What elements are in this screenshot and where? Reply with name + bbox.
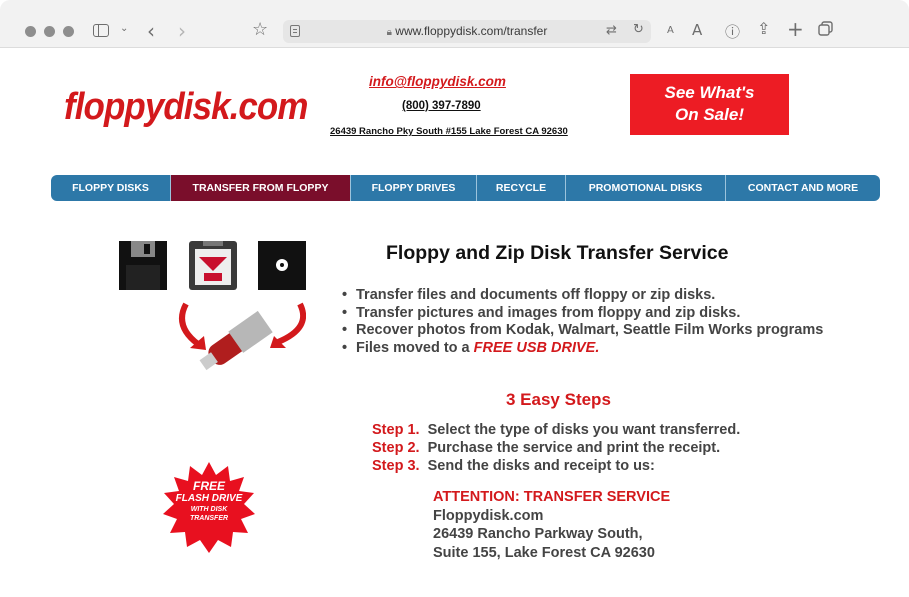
address-line: Suite 155, Lake Forest CA 92630 bbox=[433, 544, 655, 561]
step-row: Step 3. Send the disks and receipt to us… bbox=[372, 458, 655, 474]
nav-recycle[interactable]: RECYCLE bbox=[477, 175, 566, 201]
mailing-address: ATTENTION: TRANSFER SERVICE Floppydisk.c… bbox=[433, 488, 670, 562]
nav-transfer-from-floppy[interactable]: TRANSFER FROM FLOPPY bbox=[171, 175, 351, 201]
nav-contact-and-more[interactable]: CONTACT AND MORE bbox=[726, 175, 880, 201]
list-item: • Files moved to a FREE USB DRIVE. bbox=[342, 339, 600, 356]
sale-line-2: On Sale! bbox=[675, 105, 744, 124]
browser-toolbar: ⌄ ‹ › ☆ 🔒︎ www.floppydisk.com/transfer ⇄… bbox=[0, 0, 909, 48]
badge-line-4: TRANSFER bbox=[189, 515, 229, 522]
free-flash-drive-badge: FREE FLASH DRIVE WITH DISK TRANSFER bbox=[163, 462, 255, 559]
address-link[interactable]: 26439 Rancho Pky South #155 Lake Forest … bbox=[330, 126, 568, 137]
tab-overview-icon[interactable] bbox=[818, 21, 833, 36]
floppy-disk-icon bbox=[119, 241, 167, 290]
back-icon[interactable]: ‹ bbox=[147, 19, 155, 43]
address-attention: ATTENTION: TRANSFER SERVICE bbox=[433, 489, 671, 505]
address-line: Floppydisk.com bbox=[433, 507, 544, 524]
main-nav: FLOPPY DISKS TRANSFER FROM FLOPPY FLOPPY… bbox=[51, 175, 880, 201]
badge-line-1: FREE bbox=[192, 479, 225, 493]
star-icon[interactable]: ☆ bbox=[252, 19, 268, 40]
diskette-icon bbox=[258, 241, 306, 290]
reload-icon[interactable]: ↻ bbox=[633, 22, 644, 37]
forward-icon[interactable]: › bbox=[178, 19, 186, 43]
nav-floppy-drives[interactable]: FLOPPY DRIVES bbox=[351, 175, 477, 201]
usb-drive-icon bbox=[179, 302, 306, 371]
steps-list: Step 1. Select the type of disks you wan… bbox=[372, 421, 740, 475]
badge-line-3: WITH DISK bbox=[190, 506, 228, 513]
close-window-dot[interactable] bbox=[25, 26, 36, 37]
address-line: 26439 Rancho Parkway South, bbox=[433, 526, 643, 542]
zip-disk-icon bbox=[189, 241, 237, 290]
new-tab-icon[interactable]: + bbox=[787, 17, 804, 41]
text-smaller-button[interactable]: A bbox=[667, 25, 674, 36]
email-link[interactable]: info@floppydisk.com bbox=[369, 74, 506, 89]
sale-banner-button[interactable]: See What's On Sale! bbox=[630, 74, 789, 135]
step-row: Step 2. Purchase the service and print t… bbox=[372, 440, 721, 456]
list-item: • Transfer files and documents off floppy… bbox=[342, 287, 716, 303]
nav-floppy-disks[interactable]: FLOPPY DISKS bbox=[51, 175, 171, 201]
info-icon[interactable]: ⓘ bbox=[725, 21, 740, 42]
sidebar-icon[interactable] bbox=[93, 24, 109, 37]
address-bar[interactable]: 🔒︎ www.floppydisk.com/transfer ⇄ ↻ bbox=[283, 20, 651, 43]
nav-promotional-disks[interactable]: PROMOTIONAL DISKS bbox=[566, 175, 726, 201]
sale-line-1: See What's bbox=[664, 83, 755, 102]
share-icon[interactable]: ⇪ bbox=[757, 19, 770, 38]
list-item: • Transfer pictures and images from flopp… bbox=[342, 304, 741, 321]
minimize-window-dot[interactable] bbox=[44, 26, 55, 37]
badge-line-2: FLASH DRIVE bbox=[175, 493, 243, 504]
steps-title: 3 Easy Steps bbox=[506, 390, 611, 409]
translate-icon[interactable]: ⇄ bbox=[606, 23, 617, 38]
chevron-down-icon[interactable]: ⌄ bbox=[120, 23, 128, 34]
lock-icon: 🔒︎ bbox=[386, 27, 392, 38]
url-text[interactable]: 🔒︎ www.floppydisk.com/transfer bbox=[283, 24, 651, 38]
list-item: • Recover photos from Kodak, Walmart, Sea… bbox=[342, 322, 824, 338]
feature-list: • Transfer files and documents off floppy… bbox=[342, 287, 823, 357]
page-title: Floppy and Zip Disk Transfer Service bbox=[386, 242, 729, 264]
text-larger-button[interactable]: A bbox=[692, 21, 702, 39]
phone-link[interactable]: (800) 397-7890 bbox=[402, 100, 481, 112]
site-logo[interactable]: floppydisk.com bbox=[64, 86, 308, 129]
step-row: Step 1. Select the type of disks you wan… bbox=[372, 422, 741, 438]
zoom-window-dot[interactable] bbox=[63, 26, 74, 37]
